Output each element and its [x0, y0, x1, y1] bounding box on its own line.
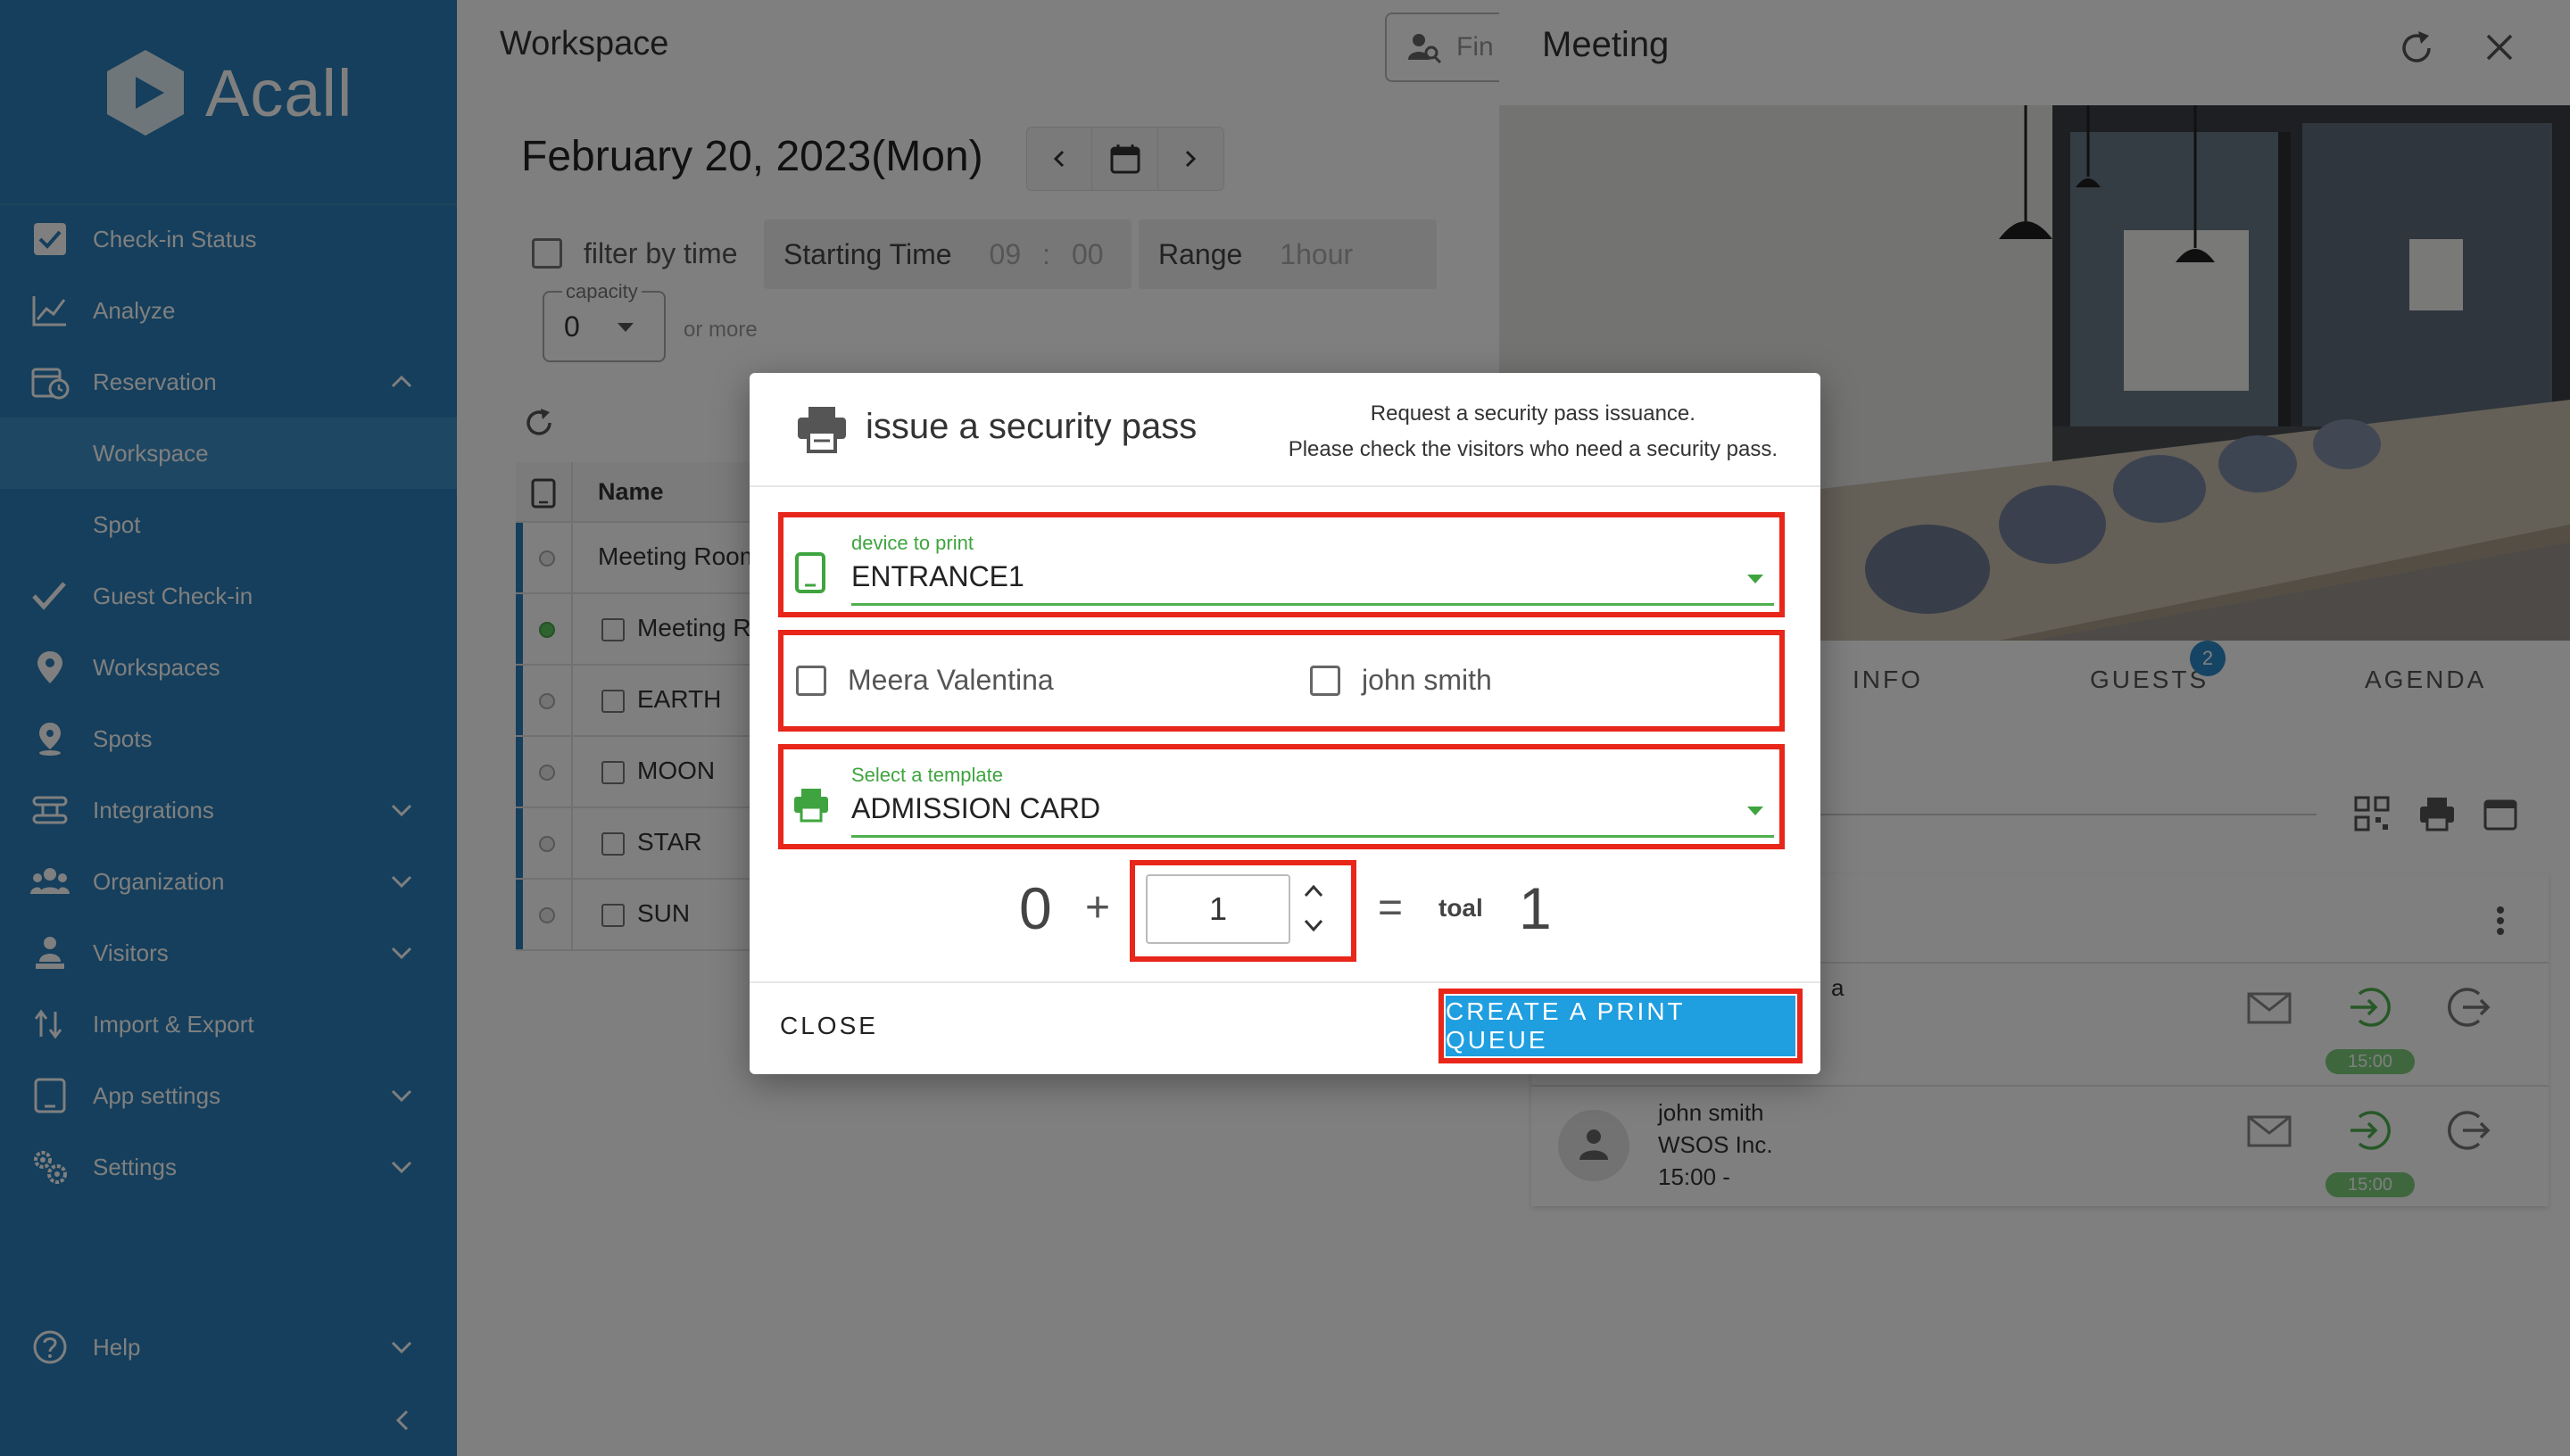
plus-sign: +	[1085, 884, 1111, 931]
template-value: ADMISSION CARD	[851, 792, 1101, 824]
stepper-up-icon[interactable]	[1303, 881, 1324, 899]
dialog-description: Request a security pass issuance. Please…	[1289, 396, 1778, 467]
dropdown-arrow-icon	[1747, 807, 1763, 815]
dialog-description-line-2: Please check the visitors who need a sec…	[1288, 437, 1778, 461]
security-pass-dialog: issue a security pass Request a security…	[750, 373, 1820, 1074]
dropdown-arrow-icon	[1747, 575, 1763, 583]
equals-sign: =	[1378, 884, 1404, 931]
device-to-print-label: device to print	[851, 532, 974, 554]
printer-icon	[794, 789, 828, 823]
stepper-down-icon[interactable]	[1303, 917, 1324, 935]
create-print-queue-button[interactable]: CREATE A PRINT QUEUE	[1446, 996, 1795, 1056]
template-label: Select a template	[851, 764, 1003, 786]
visitor-meera-valentina[interactable]: Meera Valentina	[796, 664, 1054, 697]
total-label: toal	[1438, 894, 1483, 922]
template-select[interactable]: Select a template ADMISSION CARD	[789, 755, 1774, 840]
tablet-icon	[795, 552, 825, 593]
close-button[interactable]: CLOSE	[780, 1012, 878, 1040]
visitor-john-smith[interactable]: john smith	[1310, 664, 1492, 697]
device-to-print-value: ENTRANCE1	[851, 560, 1024, 592]
total-count: 1	[1519, 875, 1552, 941]
additional-count-input[interactable]: 1	[1146, 874, 1290, 944]
dialog-title: issue a security pass	[866, 407, 1198, 446]
base-count: 0	[1019, 875, 1052, 941]
visitor-checkbox[interactable]	[1310, 665, 1340, 696]
visitor-name: john smith	[1362, 664, 1492, 696]
dialog-header: issue a security pass Request a security…	[750, 373, 1820, 487]
device-field-underline	[851, 603, 1774, 606]
device-to-print-select[interactable]: device to print ENTRANCE1	[789, 523, 1774, 608]
dialog-footer-divider	[750, 981, 1820, 983]
template-field-underline	[851, 835, 1774, 838]
printer-icon	[798, 407, 846, 453]
visitor-name: Meera Valentina	[848, 664, 1054, 696]
dialog-description-line-1: Request a security pass issuance.	[1370, 401, 1695, 426]
count-stepper[interactable]	[1297, 876, 1330, 944]
visitor-checkbox[interactable]	[796, 665, 826, 696]
